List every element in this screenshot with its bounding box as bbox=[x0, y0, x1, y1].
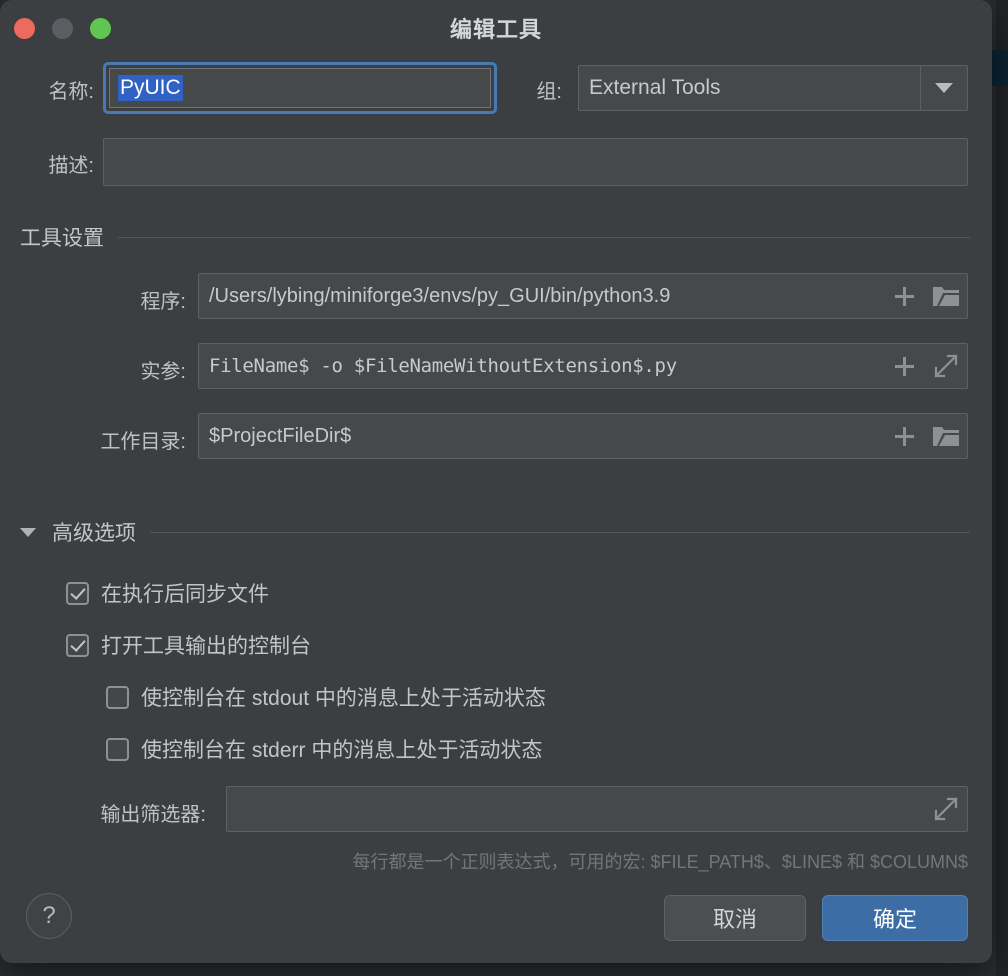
name-input-value: PyUIC bbox=[118, 75, 183, 101]
name-input[interactable]: PyUIC bbox=[109, 68, 491, 108]
working-directory-row: $ProjectFileDir$ bbox=[198, 413, 968, 459]
cancel-button[interactable]: 取消 bbox=[664, 895, 806, 941]
program-input[interactable]: /Users/lybing/miniforge3/envs/py_GUI/bin… bbox=[198, 273, 968, 319]
chevron-down-icon[interactable] bbox=[920, 66, 967, 110]
dialog-footer: ? 取消 确定 bbox=[0, 879, 992, 963]
checkbox-activate-on-stderr[interactable]: 使控制台在 stderr 中的消息上处于活动状态 bbox=[106, 734, 542, 764]
group-combobox-value: External Tools bbox=[589, 76, 721, 99]
description-input[interactable] bbox=[103, 138, 968, 186]
arguments-label: 实参: bbox=[140, 361, 186, 383]
expand-editor-icon[interactable] bbox=[925, 787, 967, 831]
browse-folder-icon[interactable] bbox=[925, 274, 967, 318]
section-divider bbox=[118, 236, 970, 238]
advanced-options-section-header[interactable]: 高级选项 bbox=[20, 517, 970, 547]
group-combobox[interactable]: External Tools bbox=[578, 65, 968, 111]
insert-macro-icon[interactable] bbox=[883, 414, 925, 458]
checkbox-icon[interactable] bbox=[106, 737, 129, 761]
name-group-row: 名称: PyUIC 组: External Tools bbox=[0, 62, 992, 114]
description-label: 描述: bbox=[48, 155, 94, 177]
insert-macro-icon[interactable] bbox=[883, 344, 925, 388]
checkbox-label: 在执行后同步文件 bbox=[101, 583, 269, 606]
output-filter-input[interactable] bbox=[226, 786, 968, 832]
checkbox-label: 使控制台在 stderr 中的消息上处于活动状态 bbox=[141, 739, 543, 762]
checkbox-sync-after-execution[interactable]: 在执行后同步文件 bbox=[66, 578, 269, 608]
working-directory-input[interactable]: $ProjectFileDir$ bbox=[198, 413, 968, 459]
arguments-row: FileName$ -o $FileNameWithoutExtension$.… bbox=[198, 343, 968, 389]
arguments-input-value: FileName$ -o $FileNameWithoutExtension$.… bbox=[209, 355, 677, 377]
output-filter-label: 输出筛选器: bbox=[100, 804, 206, 826]
program-label: 程序: bbox=[140, 291, 186, 313]
description-row: 描述: bbox=[0, 138, 992, 186]
edit-tool-dialog: 编辑工具 名称: PyUIC 组: External Tools 描述: 工具设… bbox=[0, 0, 992, 963]
checkbox-activate-on-stdout[interactable]: 使控制台在 stdout 中的消息上处于活动状态 bbox=[106, 682, 546, 712]
browse-folder-icon[interactable] bbox=[925, 414, 967, 458]
checkbox-icon[interactable] bbox=[66, 633, 89, 657]
name-label: 名称: bbox=[48, 81, 94, 103]
section-divider bbox=[150, 531, 970, 533]
expand-editor-icon[interactable] bbox=[925, 344, 967, 388]
program-input-value: /Users/lybing/miniforge3/envs/py_GUI/bin… bbox=[209, 284, 671, 307]
output-filter-hint: 每行都是一个正则表达式，可用的宏: $FILE_PATH$、$LINE$ 和 $… bbox=[352, 852, 968, 872]
ok-button[interactable]: 确定 bbox=[822, 895, 968, 941]
advanced-options-title: 高级选项 bbox=[52, 522, 136, 545]
dialog-title: 编辑工具 bbox=[449, 17, 542, 42]
working-directory-input-value: $ProjectFileDir$ bbox=[209, 424, 352, 447]
checkbox-icon[interactable] bbox=[66, 581, 89, 605]
insert-macro-icon[interactable] bbox=[883, 274, 925, 318]
checkbox-label: 使控制台在 stdout 中的消息上处于活动状态 bbox=[141, 687, 546, 710]
program-row: /Users/lybing/miniforge3/envs/py_GUI/bin… bbox=[198, 273, 968, 319]
help-button[interactable]: ? bbox=[26, 893, 72, 939]
checkbox-open-console[interactable]: 打开工具输出的控制台 bbox=[66, 630, 311, 660]
working-directory-label: 工作目录: bbox=[100, 431, 186, 453]
group-label: 组: bbox=[536, 81, 562, 103]
checkbox-icon[interactable] bbox=[106, 685, 129, 709]
triangle-down-icon[interactable] bbox=[20, 527, 36, 537]
dialog-titlebar: 编辑工具 bbox=[0, 0, 992, 56]
background-panel-edge bbox=[996, 0, 1008, 976]
tool-settings-section-header: 工具设置 bbox=[20, 222, 970, 252]
tool-settings-title: 工具设置 bbox=[20, 227, 104, 250]
checkbox-label: 打开工具输出的控制台 bbox=[101, 635, 311, 658]
arguments-input[interactable]: FileName$ -o $FileNameWithoutExtension$.… bbox=[198, 343, 968, 389]
name-input-focus-ring: PyUIC bbox=[103, 62, 497, 114]
